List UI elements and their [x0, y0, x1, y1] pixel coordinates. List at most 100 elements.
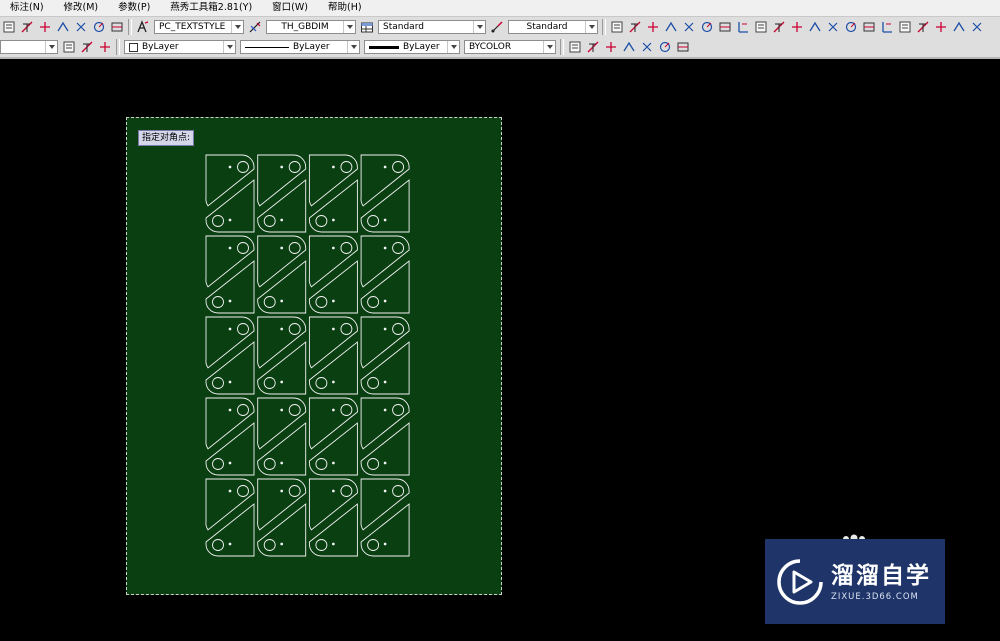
part-hole	[340, 242, 353, 254]
part-hole	[288, 323, 301, 335]
part-pin	[383, 461, 387, 465]
part-hole	[263, 215, 276, 227]
drawing-part	[360, 316, 410, 395]
part-pin	[383, 489, 387, 493]
part-pin	[383, 542, 387, 546]
part-hole	[263, 377, 276, 389]
drawing-part	[360, 397, 410, 476]
part-pin	[383, 246, 387, 250]
part-hole	[315, 377, 328, 389]
part-hole	[237, 485, 249, 497]
part-pin	[228, 218, 232, 222]
drawing-part	[205, 397, 255, 476]
drawing-part	[257, 235, 307, 314]
part-pin	[383, 327, 387, 331]
part-pin	[280, 380, 284, 384]
part-pin	[332, 542, 335, 546]
part-hole	[315, 539, 328, 551]
part-hole	[288, 242, 301, 254]
part-hole	[367, 458, 380, 470]
part-hole	[392, 323, 405, 335]
part-hole	[212, 458, 224, 470]
part-pin	[228, 299, 232, 303]
drawing-part	[257, 316, 307, 395]
part-pin	[332, 246, 335, 250]
drawing-part	[257, 478, 307, 557]
part-hole	[263, 296, 276, 308]
part-hole	[340, 485, 353, 497]
drawing-part	[308, 316, 358, 395]
part-pin	[332, 165, 335, 169]
drawing-part	[257, 154, 307, 233]
part-pin	[280, 299, 284, 303]
drawing-part	[360, 478, 410, 557]
part-hole	[340, 404, 353, 416]
part-pin	[280, 461, 284, 465]
part-pin	[383, 299, 387, 303]
part-pin	[332, 489, 335, 493]
part-pin	[228, 461, 232, 465]
part-hole	[315, 458, 328, 470]
part-pin	[280, 165, 284, 169]
part-pin	[228, 489, 232, 493]
part-hole	[315, 215, 328, 227]
drawing-part	[257, 397, 307, 476]
drawing-part	[205, 478, 255, 557]
part-hole	[392, 404, 405, 416]
part-hole	[263, 539, 276, 551]
part-hole	[367, 296, 380, 308]
part-hole	[367, 377, 380, 389]
part-pin	[228, 380, 232, 384]
drawing-part	[308, 235, 358, 314]
part-hole	[315, 296, 328, 308]
part-hole	[263, 458, 276, 470]
drawing-part	[360, 235, 410, 314]
watermark-title: 溜溜自学	[831, 562, 931, 589]
part-hole	[288, 161, 301, 173]
part-pin	[332, 299, 335, 303]
part-pin	[280, 542, 284, 546]
part-pin	[280, 489, 284, 493]
drawing-part	[205, 154, 255, 233]
part-pin	[228, 542, 232, 546]
play-logo-icon	[777, 558, 823, 605]
part-pin	[280, 246, 284, 250]
part-pin	[280, 218, 284, 222]
part-pin	[280, 408, 284, 412]
part-pin	[383, 408, 387, 412]
part-pin	[383, 218, 387, 222]
part-hole	[212, 377, 224, 389]
watermark: 溜溜自学 ZIXUE.3D66.COM	[765, 539, 945, 624]
part-hole	[367, 539, 380, 551]
drawing-part	[360, 154, 410, 233]
part-pin	[383, 165, 387, 169]
part-pin	[332, 380, 335, 384]
part-hole	[367, 215, 380, 227]
drawing-part	[308, 154, 358, 233]
part-hole	[288, 404, 301, 416]
part-hole	[237, 242, 249, 254]
part-hole	[340, 323, 353, 335]
part-pin	[228, 408, 232, 412]
part-pin	[228, 327, 232, 331]
part-hole	[288, 485, 301, 497]
part-pin	[228, 246, 232, 250]
drawing-part	[308, 478, 358, 557]
part-hole	[212, 215, 224, 227]
part-pin	[332, 218, 335, 222]
part-hole	[392, 161, 405, 173]
part-hole	[340, 161, 353, 173]
part-pin	[332, 327, 335, 331]
part-pin	[332, 461, 335, 465]
part-hole	[237, 404, 249, 416]
part-pin	[280, 327, 284, 331]
watermark-url: ZIXUE.3D66.COM	[831, 591, 919, 602]
part-pin	[332, 408, 335, 412]
part-hole	[212, 296, 224, 308]
drawing-part	[308, 397, 358, 476]
part-pin	[383, 380, 387, 384]
part-hole	[212, 539, 224, 551]
drawing-part	[205, 316, 255, 395]
drawing-part	[205, 235, 255, 314]
part-hole	[237, 323, 249, 335]
